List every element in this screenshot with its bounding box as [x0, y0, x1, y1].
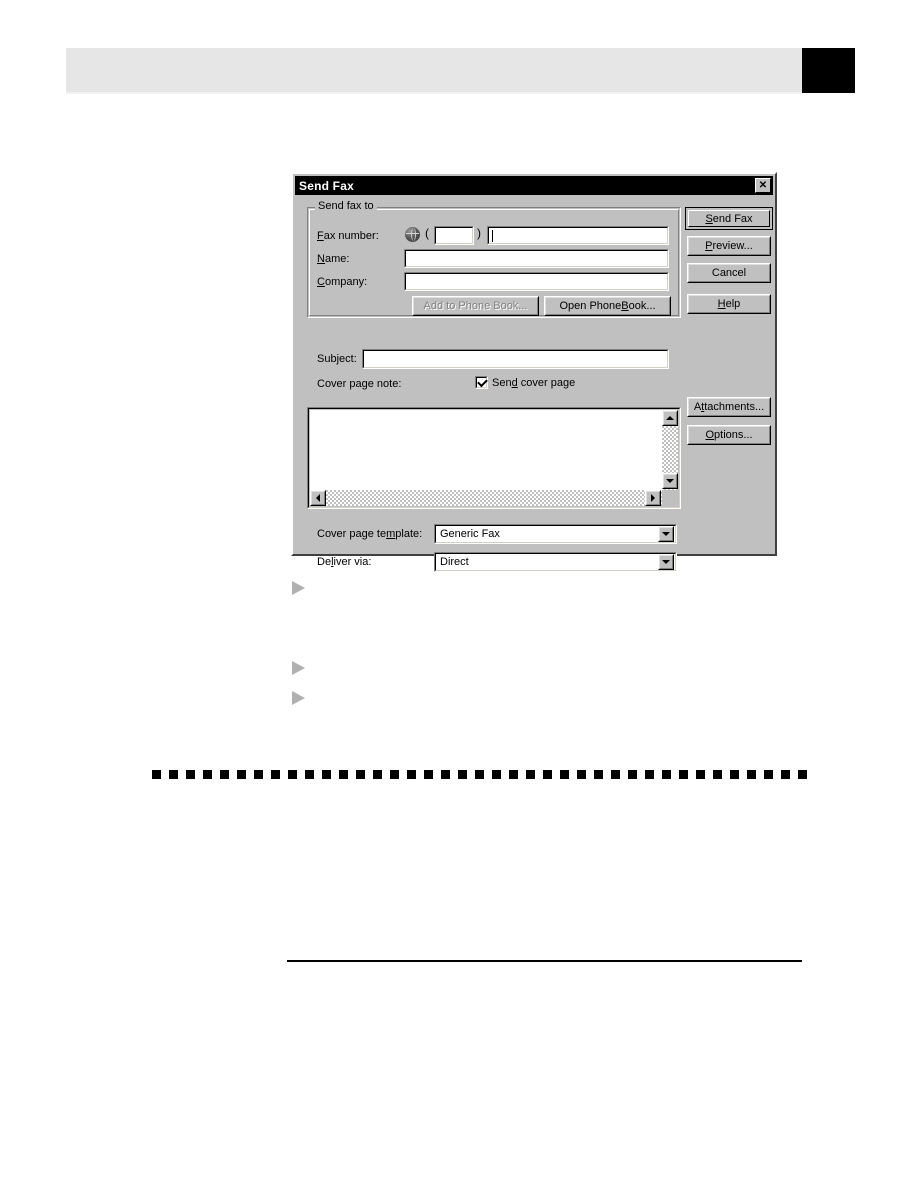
arrow-down-glyph: [666, 479, 674, 483]
subject-input[interactable]: [362, 349, 669, 369]
dotted-divider: [152, 770, 808, 779]
paren-open: (: [425, 226, 429, 240]
area-code-input-value: [435, 227, 473, 244]
list-item: [292, 688, 812, 710]
cover-page-template-label: Cover page template:: [317, 528, 423, 540]
list-item: [292, 658, 812, 680]
open-phone-book-button[interactable]: Open Phone Book...: [544, 296, 671, 316]
cover-page-note-label: Cover page note:: [317, 378, 402, 390]
cancel-label: Cancel: [688, 264, 770, 282]
triangle-bullet-icon: [292, 661, 305, 675]
arrow-down-glyph: [662, 532, 670, 536]
horizontal-scrollbar-track[interactable]: [310, 490, 662, 506]
scroll-right-icon[interactable]: [645, 490, 661, 506]
fax-number-input[interactable]: [487, 226, 669, 245]
options-button[interactable]: Options...: [687, 425, 771, 445]
scroll-down-icon[interactable]: [662, 473, 678, 489]
name-label: Name:: [317, 253, 350, 265]
add-to-phone-book-label: Add to Phone Book...: [413, 297, 538, 315]
body-bullet-list: [292, 578, 812, 710]
cover-page-note-border: [308, 408, 680, 508]
text-caret: [492, 230, 493, 242]
deliver-via-value: Direct: [440, 556, 469, 568]
globe-icon: [405, 227, 420, 242]
footer-rule: [287, 960, 802, 962]
subject-label: Subject:: [317, 353, 357, 365]
fax-number-input-value: [488, 227, 668, 244]
page-header-tab-marker: [802, 48, 855, 93]
company-label: Company:: [317, 276, 368, 288]
chevron-down-icon[interactable]: [658, 554, 674, 570]
arrow-up-glyph: [666, 416, 674, 420]
send-fax-to-group-label: Send fax to: [315, 200, 377, 212]
cover-page-template-inner: Generic Fax: [435, 525, 676, 543]
deliver-via-label: Deliver via:: [317, 556, 372, 568]
deliver-via-select[interactable]: Direct: [434, 552, 677, 572]
send-fax-dialog: Send Fax ✕ Send fax to Fax number: ( ) N…: [291, 172, 777, 572]
chevron-down-icon[interactable]: [658, 526, 674, 542]
page-header-bar: [66, 48, 802, 94]
preview-button[interactable]: Preview...: [687, 236, 771, 256]
scroll-up-icon[interactable]: [662, 410, 678, 426]
checkbox-icon: [475, 376, 488, 389]
paren-close: ): [477, 226, 481, 240]
check-tick-icon: [477, 376, 488, 388]
dialog-title: Send Fax: [299, 178, 354, 193]
arrow-left-glyph: [316, 494, 320, 502]
triangle-bullet-icon: [292, 691, 305, 705]
company-input-value: [405, 273, 668, 290]
send-fax-label: Send Fax: [688, 210, 770, 227]
send-fax-button[interactable]: Send Fax: [685, 207, 773, 230]
open-phone-book-label: Open Phone Book...: [545, 297, 670, 315]
arrow-right-glyph: [651, 494, 655, 502]
cover-page-template-value: Generic Fax: [440, 528, 500, 540]
add-to-phone-book-button[interactable]: Add to Phone Book...: [412, 296, 539, 316]
deliver-via-inner: Direct: [435, 553, 676, 571]
attachments-button[interactable]: At tachments...: [687, 397, 771, 417]
attachments-label: At tachments...: [688, 398, 770, 416]
cover-page-note-textarea[interactable]: [307, 407, 681, 509]
dialog-titlebar[interactable]: Send Fax ✕: [295, 176, 773, 195]
cancel-button[interactable]: Cancel: [687, 263, 771, 283]
close-icon[interactable]: ✕: [755, 178, 771, 193]
preview-label: Preview...: [688, 237, 770, 255]
scrollbar-corner: [662, 490, 678, 506]
cover-page-template-select[interactable]: Generic Fax: [434, 524, 677, 544]
send-cover-page-checkbox[interactable]: Send cover page: [475, 376, 575, 389]
send-cover-page-label: Send cover page: [492, 376, 576, 389]
help-label: Help: [688, 295, 770, 313]
list-item: [292, 578, 812, 600]
dialog-body: Send fax to Fax number: ( ) Name: Compan…: [295, 195, 773, 572]
name-input-value: [405, 250, 668, 267]
fax-number-label: Fax number:: [317, 230, 379, 242]
subject-input-value: [363, 350, 668, 368]
help-button[interactable]: Help: [687, 294, 771, 314]
scroll-left-icon[interactable]: [310, 490, 326, 506]
triangle-bullet-icon: [292, 581, 305, 595]
company-input[interactable]: [404, 272, 669, 291]
options-label: Options...: [688, 426, 770, 444]
arrow-down-glyph: [662, 560, 670, 564]
cover-page-note-value[interactable]: [310, 410, 662, 490]
name-input[interactable]: [404, 249, 669, 268]
area-code-input[interactable]: [434, 226, 474, 245]
